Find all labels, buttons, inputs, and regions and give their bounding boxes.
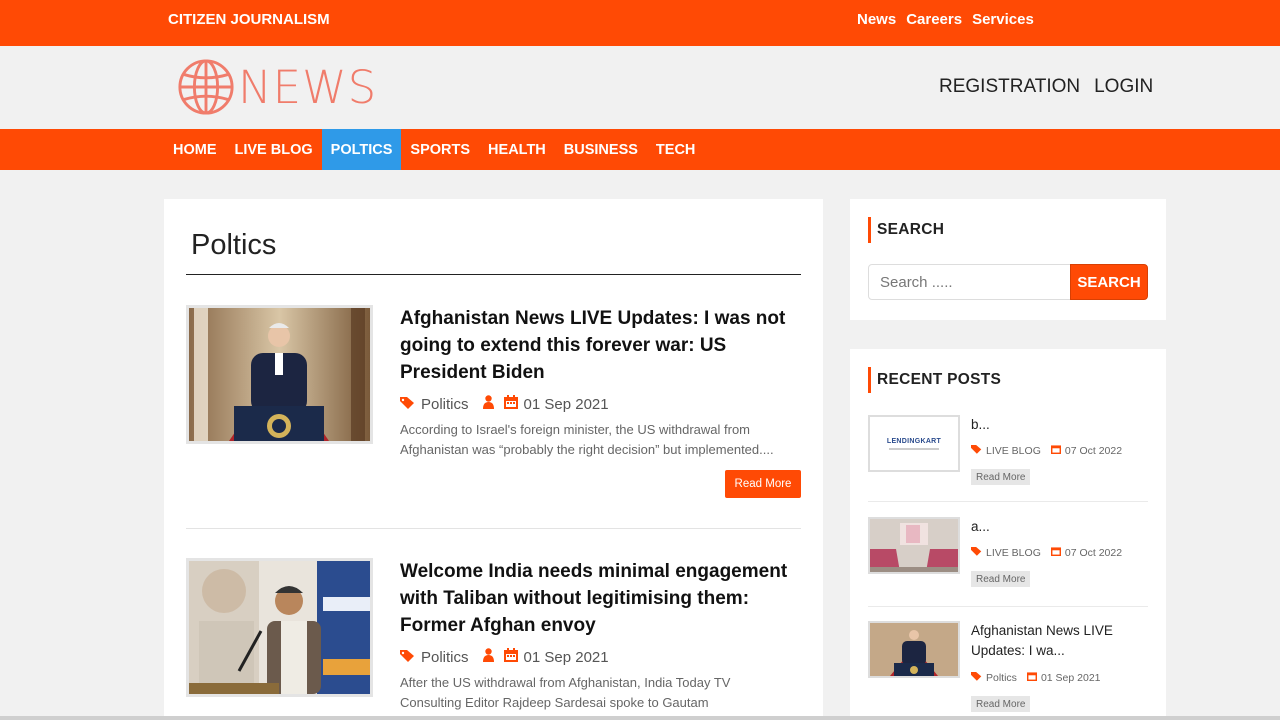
excerpt-line: Consulting Editor Rajdeep Sardesai spoke… [400, 695, 709, 710]
recent-post-category[interactable]: Poltics [986, 672, 1017, 684]
registration-link[interactable]: REGISTRATION [939, 76, 1080, 98]
recent-post-date: 07 Oct 2022 [1064, 546, 1123, 559]
nav-item-live-blog[interactable]: LIVE BLOG [226, 129, 322, 170]
recent-post-title[interactable]: a... [971, 517, 1151, 537]
excerpt-line: After the US withdrawal from Afghanistan… [400, 675, 731, 690]
read-more-button[interactable]: Read More [725, 470, 801, 498]
recent-posts-title: RECENT POSTS [868, 367, 1001, 393]
recent-post-item: Afghanistan News LIVE Updates: I wa... P… [868, 621, 1151, 712]
search-input[interactable]: Search ..... [868, 264, 1071, 300]
article-title[interactable]: Afghanistan News LIVE Updates: I was not… [400, 305, 800, 386]
user-icon [482, 648, 494, 666]
top-link-careers[interactable]: Careers [906, 11, 962, 28]
nav-item-business[interactable]: BUSINESS [555, 129, 647, 170]
room-image [870, 519, 958, 572]
page-title: Poltics [191, 229, 277, 261]
excerpt-line: According to Israel's foreign minister, … [400, 422, 751, 437]
article-image [189, 308, 370, 441]
excerpt-line: Afghanistan was “probably the right deci… [400, 442, 774, 457]
recent-post-meta: LIVE BLOG 07 Oct 2022 [971, 546, 1122, 559]
article-thumbnail[interactable] [186, 558, 373, 697]
article-meta: Politics 01 Sep 2021 [400, 395, 609, 413]
calendar-icon [1026, 671, 1037, 684]
recent-post-meta: LIVE BLOG 07 Oct 2022 [971, 444, 1122, 457]
article-date: 01 Sep 2021 [523, 648, 609, 666]
calendar-icon [1050, 546, 1061, 559]
article-category[interactable]: Politics [421, 649, 469, 666]
main-nav: HOME LIVE BLOG POLTICS SPORTS HEALTH BUS… [0, 129, 1280, 170]
top-link-services[interactable]: Services [972, 11, 1034, 28]
recent-post-divider [868, 606, 1148, 607]
recent-post-title[interactable]: b... [971, 415, 1151, 435]
thumb-caption-line [889, 447, 939, 450]
top-links: News Careers Services [857, 11, 1034, 28]
lendingkart-logo: LENDINGKART [886, 437, 942, 445]
nav-item-sports[interactable]: SPORTS [401, 129, 479, 170]
top-bar: CITIZEN JOURNALISM News Careers Services [0, 0, 1280, 46]
recent-post-category[interactable]: LIVE BLOG [986, 445, 1041, 457]
recent-post-thumbnail[interactable] [868, 517, 960, 574]
nav-item-poltics[interactable]: POLTICS [321, 129, 402, 170]
logo-text: NEWS [238, 60, 378, 114]
recent-post-date: 01 Sep 2021 [1040, 671, 1101, 684]
recent-post-thumbnail[interactable]: LENDINGKART [868, 415, 960, 472]
tag-icon [971, 444, 982, 457]
top-link-news[interactable]: News [857, 11, 896, 28]
calendar-icon [1050, 444, 1061, 457]
nav-item-health[interactable]: HEALTH [479, 129, 555, 170]
article-image [189, 561, 370, 694]
search-widget: SEARCH Search ..... SEARCH [850, 199, 1166, 320]
article-title[interactable]: Welcome India needs minimal engagement w… [400, 558, 800, 639]
nav-item-home[interactable]: HOME [164, 129, 226, 170]
site-logo[interactable]: NEWS [177, 58, 377, 116]
search-widget-title: SEARCH [868, 217, 944, 243]
tag-icon [971, 671, 982, 684]
recent-post-date: 07 Oct 2022 [1064, 444, 1123, 457]
article-category[interactable]: Politics [421, 396, 469, 413]
article-card: Afghanistan News LIVE Updates: I was not… [186, 305, 801, 505]
recent-post-thumbnail[interactable] [868, 621, 960, 678]
read-more-button[interactable]: Read More [971, 571, 1031, 587]
horizontal-scrollbar[interactable] [0, 716, 1280, 720]
calendar-icon [503, 395, 518, 413]
recent-posts-widget: RECENT POSTS LENDINGKART b... LIVE BLOG … [850, 349, 1166, 720]
main-content: Poltics Afghanistan News LIVE Updates: I… [164, 199, 823, 720]
article-excerpt: After the US withdrawal from Afghanistan… [400, 673, 800, 713]
post-divider [186, 528, 801, 529]
user-icon [482, 395, 494, 413]
recent-post-divider [868, 501, 1148, 502]
site-header: NEWS REGISTRATION LOGIN [0, 46, 1280, 129]
tag-icon [400, 649, 415, 666]
article-image [870, 623, 958, 676]
tag-icon [971, 546, 982, 559]
recent-post-meta: Poltics 01 Sep 2021 [971, 671, 1101, 684]
search-button[interactable]: SEARCH [1070, 264, 1148, 300]
recent-post-title[interactable]: Afghanistan News LIVE Updates: I wa... [971, 621, 1151, 661]
site-tagline: CITIZEN JOURNALISM [168, 11, 330, 28]
article-card: Welcome India needs minimal engagement w… [186, 558, 801, 720]
article-thumbnail[interactable] [186, 305, 373, 444]
tag-icon [400, 396, 415, 413]
recent-post-category[interactable]: LIVE BLOG [986, 547, 1041, 559]
nav-item-tech[interactable]: TECH [647, 129, 704, 170]
article-excerpt: According to Israel's foreign minister, … [400, 420, 800, 460]
read-more-button[interactable]: Read More [971, 696, 1031, 712]
recent-post-item: a... LIVE BLOG 07 Oct 2022 Read More [868, 517, 1148, 597]
read-more-button[interactable]: Read More [971, 469, 1031, 485]
article-date: 01 Sep 2021 [523, 395, 609, 413]
recent-post-item: LENDINGKART b... LIVE BLOG 07 Oct 2022 R… [868, 415, 1148, 495]
login-link[interactable]: LOGIN [1094, 76, 1153, 98]
auth-links: REGISTRATION LOGIN [939, 76, 1153, 98]
globe-icon [178, 59, 234, 115]
calendar-icon [503, 648, 518, 666]
title-divider [186, 274, 801, 275]
article-meta: Politics 01 Sep 2021 [400, 648, 609, 666]
